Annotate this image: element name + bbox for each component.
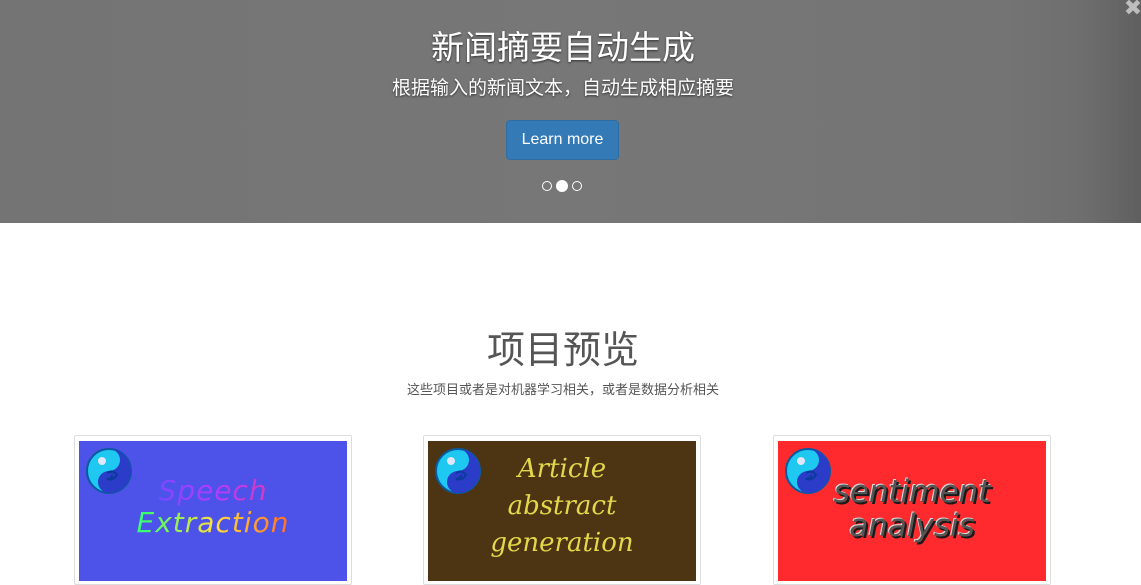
project-thumbnail: sentiment analysis	[778, 441, 1046, 581]
learn-more-button[interactable]: Learn more	[506, 120, 619, 160]
carousel-subtitle: 根据输入的新闻文本，自动生成相应摘要	[391, 78, 734, 99]
carousel-title: 新闻摘要自动生成	[431, 29, 695, 66]
project-card-speech-extraction[interactable]: Speech Extraction	[74, 435, 352, 585]
project-title-line: abstract	[507, 491, 617, 521]
project-card-article-abstract-generation[interactable]: Article abstract generation	[423, 435, 701, 585]
hero-carousel: 新闻摘要自动生成 根据输入的新闻文本，自动生成相应摘要 Learn more ✖	[0, 0, 1141, 223]
project-thumbnail: Article abstract generation	[428, 441, 696, 581]
project-title-line: Speech	[79, 475, 347, 507]
project-title-line: analysis	[849, 508, 975, 544]
project-title-line: Article	[517, 454, 607, 484]
carousel-indicators	[540, 180, 585, 192]
project-thumbnail: Speech Extraction	[79, 441, 347, 581]
carousel-indicator-1[interactable]	[542, 181, 552, 191]
project-title-line: sentiment	[833, 474, 991, 510]
project-title-line: Extraction	[79, 507, 347, 539]
project-card-sentiment-analysis[interactable]: sentiment analysis	[773, 435, 1051, 585]
carousel-indicator-3[interactable]	[572, 181, 582, 191]
projects-title: 项目预览	[486, 330, 639, 372]
carousel-indicator-2[interactable]	[556, 180, 568, 192]
project-title-line: generation	[490, 528, 634, 558]
close-icon[interactable]: ✖	[1121, 0, 1141, 20]
projects-subtitle: 这些项目或者是对机器学习相关，或者是数据分析相关	[406, 382, 719, 397]
